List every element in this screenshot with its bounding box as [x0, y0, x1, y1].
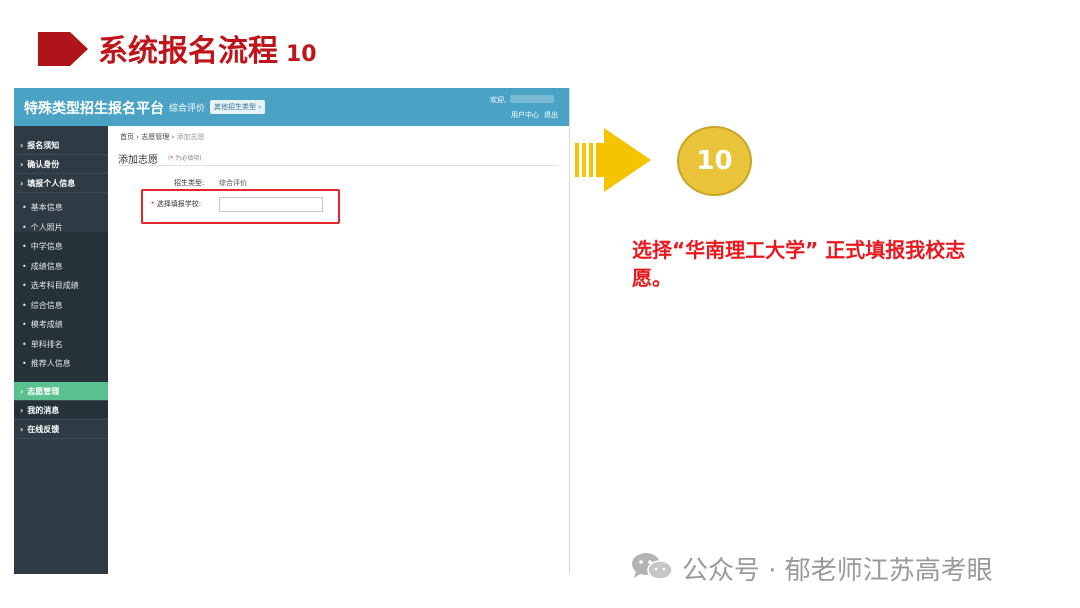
sidebar-item-feedback[interactable]: › 在线反馈: [14, 420, 108, 439]
sidebar: › 报名须知 › 确认身份 › 填报个人信息 • 基本信息 • 个人照片 • 中学信息 • 成…: [14, 126, 108, 574]
enroll-type-value: 综合评价: [219, 179, 247, 187]
bullet-dot-icon: •: [22, 359, 27, 368]
sidebar-item-referee-info[interactable]: • 推荐人信息: [14, 354, 108, 373]
chevron-right-icon: ›: [20, 141, 24, 150]
sidebar-item-grades[interactable]: • 成绩信息: [14, 257, 108, 276]
top-bar: 特殊类型招生报名平台 综合评价 其他招生类型 › 欢迎, 用户中心 退出: [14, 88, 569, 126]
enroll-type-label: 招生类型:: [174, 179, 205, 187]
title-arrow-icon: [38, 32, 88, 66]
sidebar-item-basic-info[interactable]: • 基本信息: [14, 198, 108, 217]
bullet-dot-icon: •: [22, 262, 27, 271]
school-field-highlight: [141, 189, 340, 224]
evaluation-mode-label: 综合评价: [169, 104, 206, 114]
wechat-icon: [632, 553, 673, 580]
step-number-circle: 10: [677, 126, 752, 196]
sidebar-item-confirm-identity[interactable]: › 确认身份: [14, 155, 108, 174]
sidebar-item-application-management[interactable]: › 志愿管理: [14, 382, 108, 401]
chevron-right-icon: ›: [20, 160, 24, 169]
bullet-dot-icon: •: [22, 320, 27, 329]
sidebar-item-elective-grades[interactable]: • 选考科目成绩: [14, 276, 108, 295]
bullet-dot-icon: •: [22, 223, 27, 232]
slide-step-number: 10: [286, 42, 317, 67]
chevron-right-icon: ›: [20, 179, 24, 188]
sidebar-item-photo[interactable]: • 个人照片: [14, 218, 108, 237]
breadcrumb: 首页 › 志愿管理 › 添加志愿: [120, 132, 205, 142]
bullet-dot-icon: •: [22, 301, 27, 310]
bullet-dot-icon: •: [22, 281, 27, 290]
sidebar-item-subject-ranking[interactable]: • 单科排名: [14, 335, 108, 354]
striped-arrow-icon: [575, 128, 651, 192]
sidebar-item-school-info[interactable]: • 中学信息: [14, 237, 108, 256]
page-title: 添加志愿: [118, 155, 158, 166]
heading-divider: [118, 165, 558, 166]
bullet-dot-icon: •: [22, 340, 27, 349]
watermark-text: 公众号 · 郁老师江苏高考眼: [682, 556, 993, 586]
user-center-link[interactable]: 用户中心: [511, 110, 539, 120]
sidebar-item-personal-info[interactable]: › 填报个人信息: [14, 174, 108, 193]
sidebar-item-mock-exam[interactable]: • 模考成绩: [14, 315, 108, 334]
required-note: (* 为必填项): [168, 155, 202, 162]
main-content: 首页 › 志愿管理 › 添加志愿 添加志愿 (* 为必填项) 招生类型: 综合评…: [108, 126, 569, 574]
platform-name: 特殊类型招生报名平台: [24, 101, 164, 117]
sidebar-item-messages[interactable]: › 我的消息: [14, 401, 108, 420]
logout-link[interactable]: 退出: [544, 110, 558, 120]
platform-screenshot: 特殊类型招生报名平台 综合评价 其他招生类型 › 欢迎, 用户中心 退出 › 报名…: [14, 88, 570, 574]
instruction-text: 选择“华南理工大学” 正式填报我校志愿。: [632, 238, 966, 290]
chevron-right-icon: ›: [20, 425, 24, 434]
username-redacted: [510, 95, 554, 103]
breadcrumb-current: 添加志愿: [176, 133, 205, 141]
sidebar-item-comprehensive-info[interactable]: • 综合信息: [14, 296, 108, 315]
bullet-dot-icon: •: [22, 242, 27, 251]
breadcrumb-application-management[interactable]: 志愿管理: [141, 133, 169, 141]
bullet-dot-icon: •: [22, 203, 27, 212]
chevron-right-icon: ›: [20, 387, 24, 396]
chevron-right-icon: ›: [20, 406, 24, 415]
other-type-button[interactable]: 其他招生类型 ›: [210, 100, 266, 114]
slide-title: 系统报名流程 10: [98, 34, 317, 69]
welcome-text: 欢迎,: [490, 96, 507, 104]
sidebar-item-notice[interactable]: › 报名须知: [14, 136, 108, 155]
breadcrumb-home[interactable]: 首页: [120, 133, 134, 141]
